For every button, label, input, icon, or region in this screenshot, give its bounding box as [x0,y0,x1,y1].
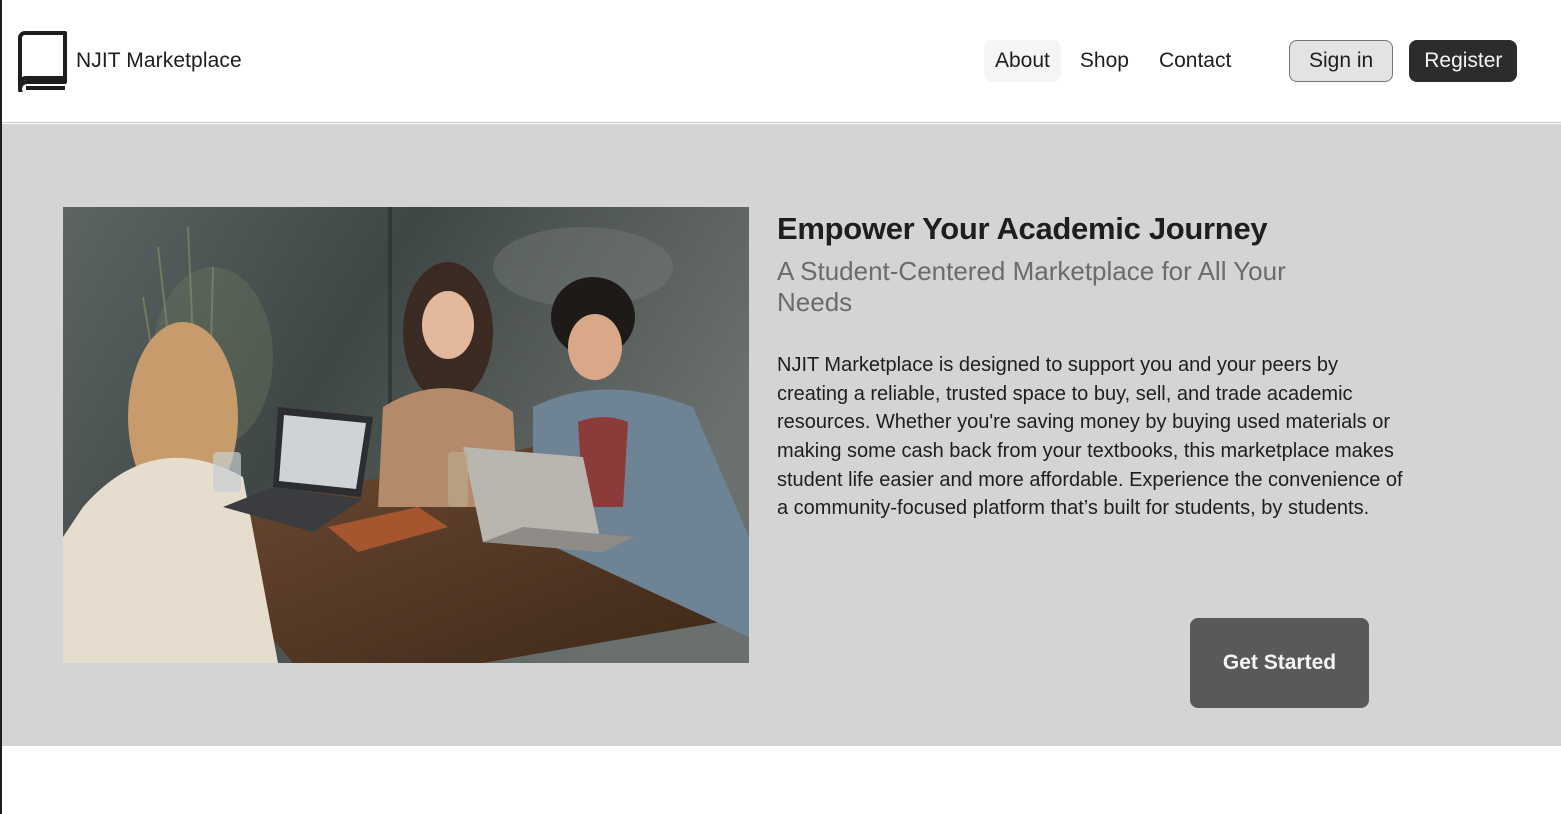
page: NJIT Marketplace About Shop Contact Sign… [0,0,1561,814]
register-button[interactable]: Register [1409,40,1518,82]
nav-link-contact[interactable]: Contact [1148,40,1242,82]
hero-text: Empower Your Academic Journey A Student-… [777,210,1417,523]
nav-link-shop[interactable]: Shop [1069,40,1140,82]
hero-section: Empower Your Academic Journey A Student-… [2,124,1561,746]
hero-description: NJIT Marketplace is designed to support … [777,354,1403,520]
sign-in-button[interactable]: Sign in [1289,40,1394,82]
auth-buttons: Sign in Register [1289,40,1518,82]
nav-link-about[interactable]: About [984,40,1061,82]
site-header: NJIT Marketplace About Shop Contact Sign… [2,0,1561,123]
students-photo-illustration [63,207,749,663]
hero-title: Empower Your Academic Journey [777,211,1268,246]
brand-name: NJIT Marketplace [76,49,242,72]
book-icon [18,31,67,92]
hero-photo [63,207,749,663]
brand[interactable]: NJIT Marketplace [16,30,242,92]
hero-subtitle: A Student-Centered Marketplace for All Y… [777,256,1286,318]
get-started-button[interactable]: Get Started [1190,618,1369,708]
main-nav: About Shop Contact [984,40,1242,82]
